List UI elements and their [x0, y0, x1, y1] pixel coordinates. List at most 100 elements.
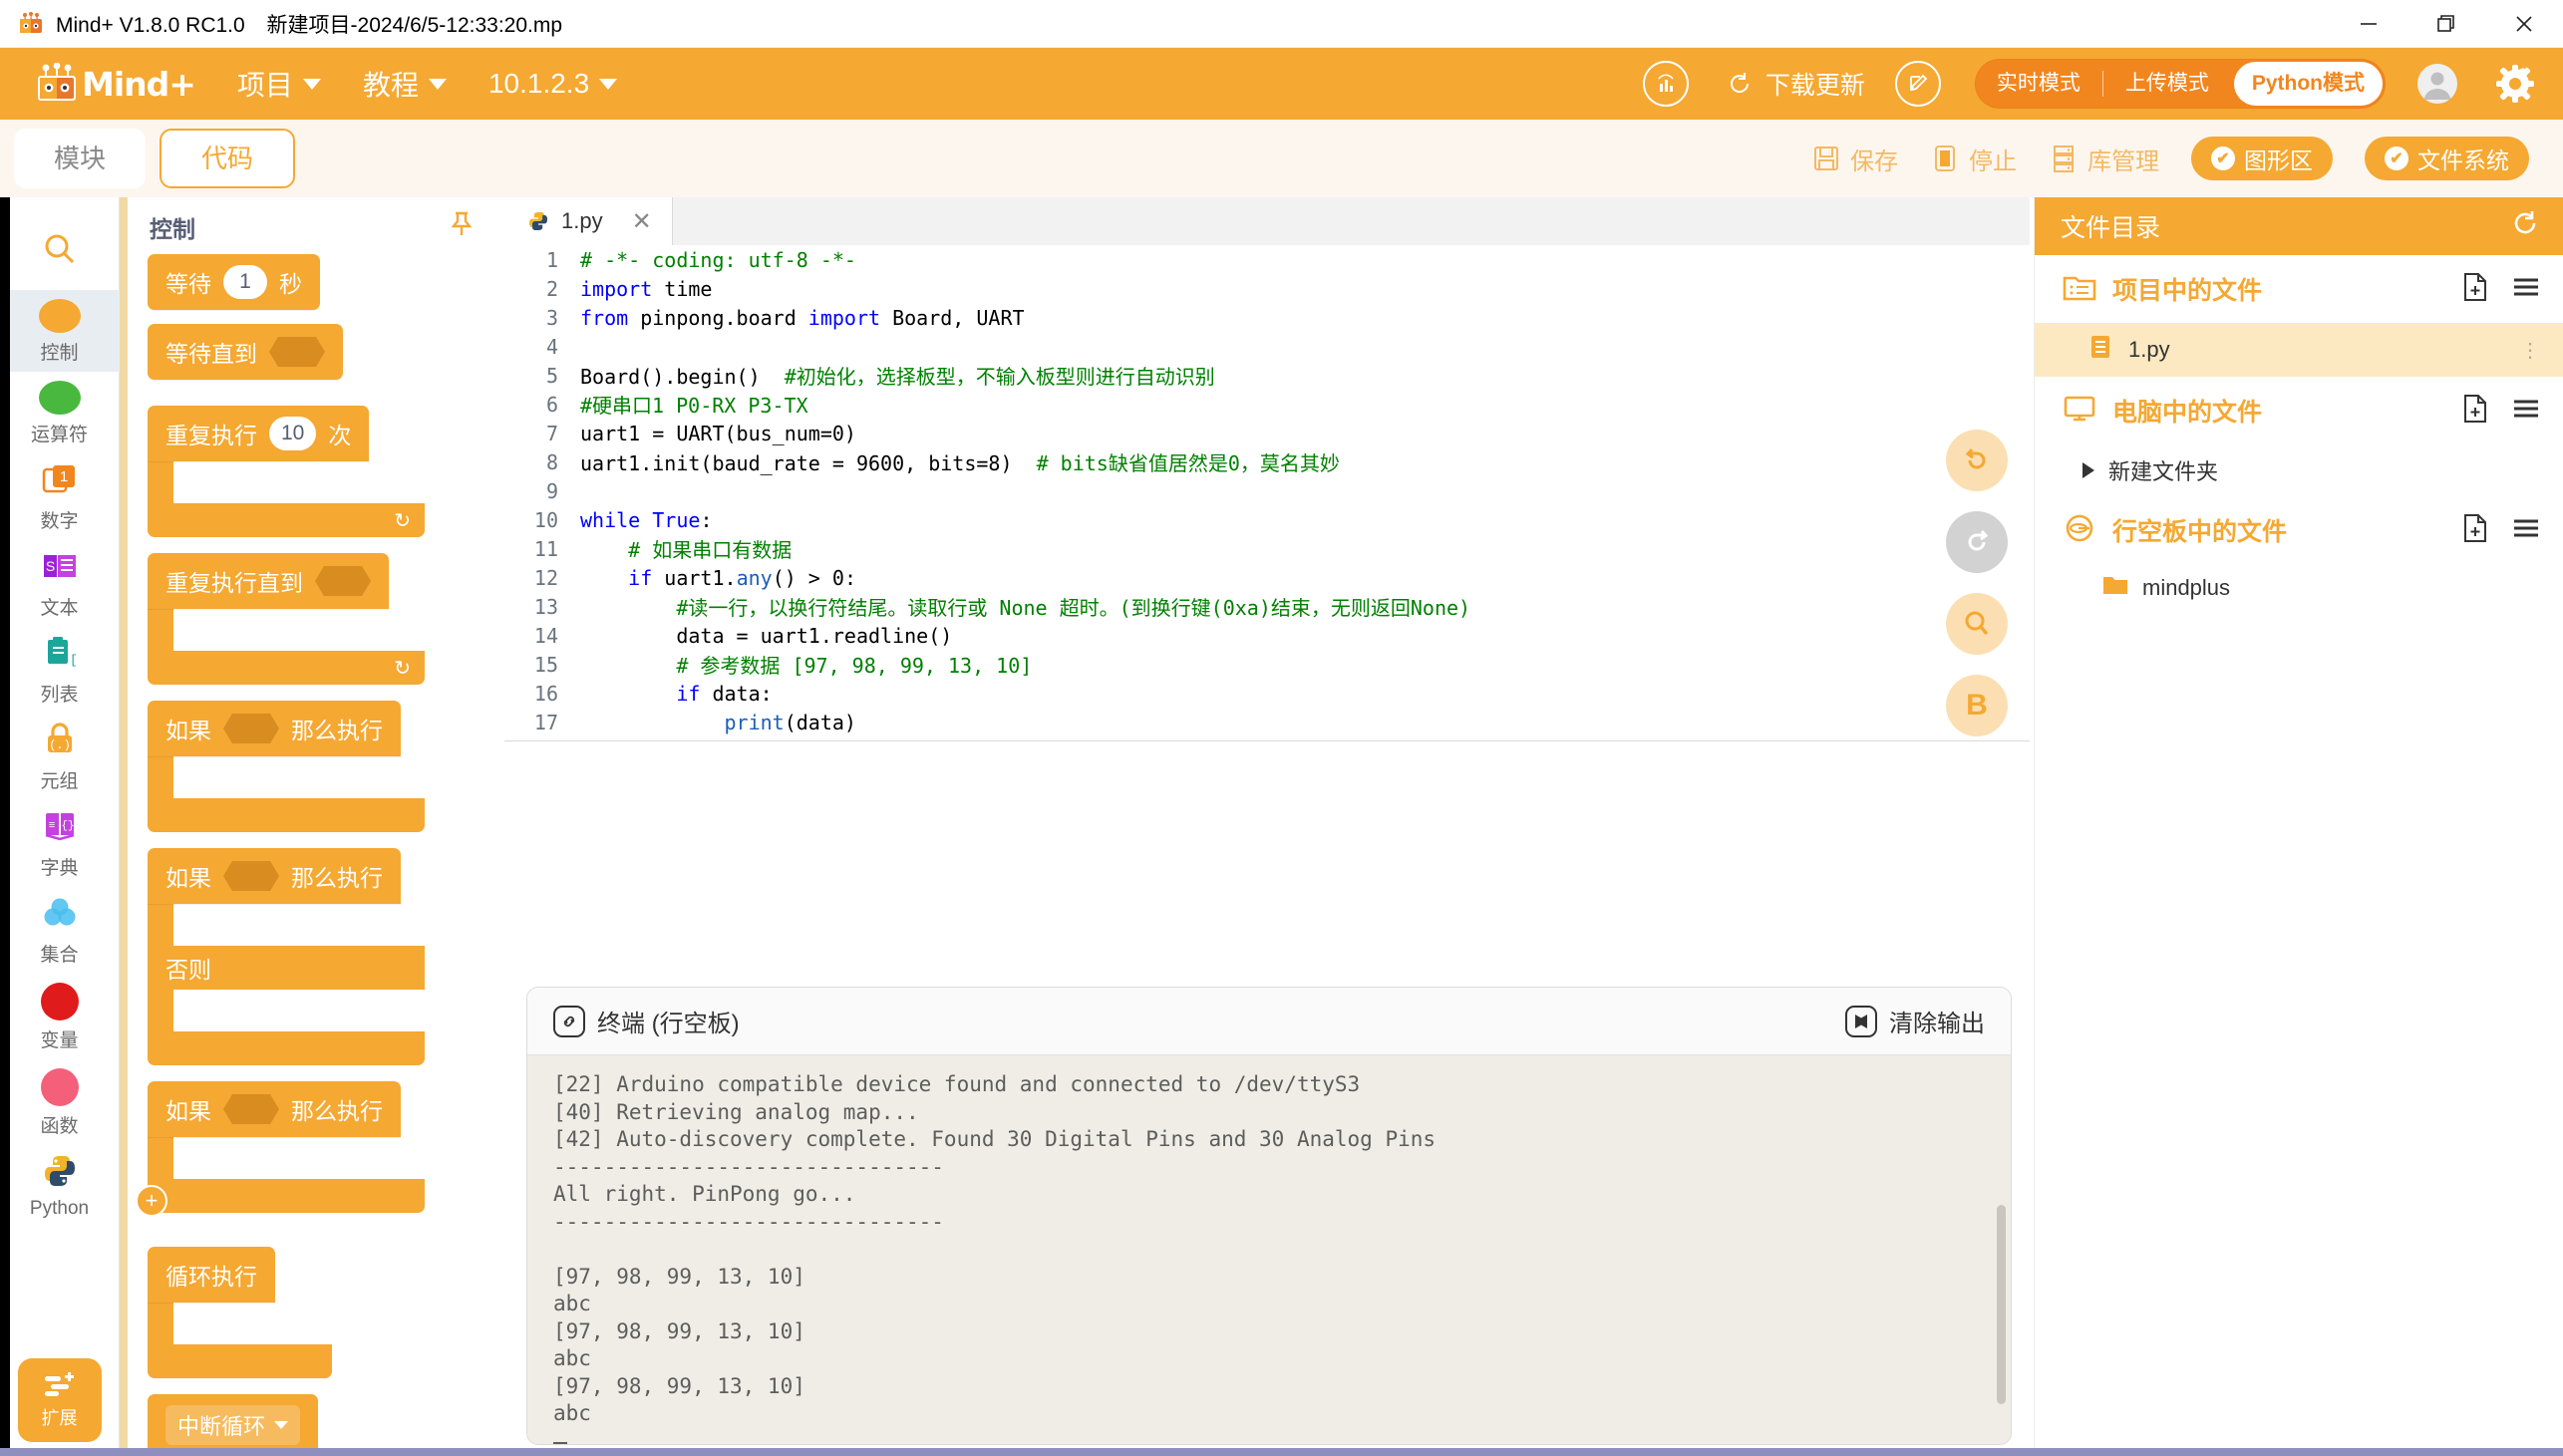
code-line[interactable]: 14 data = uart1.readline(): [504, 621, 2030, 650]
code-line[interactable]: 6 #硬串口1 P0-RX P3-TX: [504, 390, 2030, 419]
terminal-scrollbar[interactable]: [1997, 1205, 2006, 1404]
sidebar-item-text[interactable]: S 文本: [0, 540, 120, 627]
block-wait[interactable]: 等待 1 秒: [148, 254, 498, 310]
library-manager-button[interactable]: 库管理: [2049, 142, 2159, 176]
sidebar-item-function[interactable]: 函数: [0, 1059, 120, 1145]
sidebar-item-set[interactable]: 集合: [0, 887, 120, 974]
clear-output-button[interactable]: 清除输出: [1845, 1004, 1985, 1038]
extension-button[interactable]: 扩展: [17, 1358, 102, 1442]
mode-python[interactable]: Python模式: [2233, 62, 2383, 106]
mode-upload[interactable]: 上传模式: [2103, 59, 2231, 109]
graphics-area-toggle[interactable]: ✔ 图形区: [2191, 137, 2333, 180]
close-icon[interactable]: ✕: [632, 207, 652, 236]
block-input-times[interactable]: 10: [269, 417, 317, 450]
sidebar-item-operator[interactable]: 运算符: [0, 372, 120, 453]
code-editor[interactable]: 1 # -*- coding: utf-8 -*- 2 import time 3 fro…: [504, 245, 2030, 741]
bottom-strip: [0, 1448, 2563, 1456]
line-source: uart1 = UART(bus_num=0): [580, 421, 856, 445]
sidebar-item-variable[interactable]: 变量: [0, 974, 120, 1059]
sidebar-item-number[interactable]: 1 数字: [0, 453, 120, 540]
code-line[interactable]: 1 # -*- coding: utf-8 -*-: [504, 245, 2030, 274]
block-input-seconds[interactable]: 1: [223, 265, 267, 299]
sidebar-item-control[interactable]: 控制: [0, 290, 120, 372]
terminal-output[interactable]: [22] Arduino compatible device found and…: [527, 1055, 2011, 1444]
block-condition-slot[interactable]: [269, 337, 325, 367]
undo-icon[interactable]: [1946, 430, 2008, 491]
avatar[interactable]: [2415, 62, 2459, 106]
brand-logo[interactable]: Mind+: [34, 62, 196, 105]
pin-icon[interactable]: [447, 209, 477, 244]
folder-item-new[interactable]: 新建文件夹: [2035, 444, 2563, 496]
block-if-elif[interactable]: 如果 那么执行 +: [136, 1081, 498, 1217]
tab-code[interactable]: 代码: [160, 129, 296, 188]
add-file-icon[interactable]: [2461, 394, 2489, 429]
code-line[interactable]: 13 #读一行，以换行符结尾。读取行或 None 超时。(到换行键(0xa)结束…: [504, 592, 2030, 621]
mode-realtime[interactable]: 实时模式: [1975, 59, 2102, 109]
menu-icon[interactable]: [2511, 516, 2541, 545]
code-line[interactable]: 4: [504, 332, 2030, 361]
code-line[interactable]: 18 # 去除尾部换行符: [504, 736, 2030, 741]
code-line[interactable]: 17 print(data): [504, 708, 2030, 736]
block-if[interactable]: 如果 那么执行: [148, 701, 498, 832]
sidebar-item-tuple[interactable]: (.) 元组: [0, 714, 120, 800]
chart-icon[interactable]: [1642, 61, 1689, 107]
folder-item-mindplus[interactable]: mindplus: [2035, 564, 2563, 612]
minimize-button[interactable]: [2330, 0, 2407, 48]
stop-button[interactable]: 停止: [1930, 142, 2017, 176]
add-file-icon[interactable]: [2461, 272, 2489, 307]
code-line[interactable]: 10 while True:: [504, 505, 2030, 534]
sidebar-item-python[interactable]: Python: [0, 1145, 120, 1227]
code-line[interactable]: 9: [504, 476, 2030, 505]
download-update-button[interactable]: 下载更新: [1725, 66, 1865, 102]
block-break-loop[interactable]: 中断循环: [148, 1394, 498, 1456]
block-if-else[interactable]: 如果 那么执行 否则: [148, 848, 498, 1065]
search-icon[interactable]: [40, 229, 80, 274]
block-condition-slot[interactable]: [223, 1094, 279, 1124]
maximize-button[interactable]: [2407, 0, 2485, 48]
file-system-toggle[interactable]: ✔ 文件系统: [2365, 137, 2529, 180]
code-line[interactable]: 12 if uart1.any() > 0:: [504, 563, 2030, 592]
code-line[interactable]: 11 # 如果串口有数据: [504, 534, 2030, 563]
search-icon[interactable]: [1946, 593, 2008, 655]
code-line[interactable]: 7 uart1 = UART(bus_num=0): [504, 419, 2030, 447]
sidebar-item-dict[interactable]: ≡ {} 字典: [0, 800, 120, 887]
block-repeat[interactable]: 重复执行 10 次 ↻: [148, 406, 498, 537]
sidebar-item-list[interactable]: [ ] 列表: [0, 627, 120, 714]
block-condition-slot[interactable]: [223, 714, 279, 743]
gear-icon[interactable]: [2493, 62, 2537, 106]
menu-project[interactable]: 项目: [237, 64, 321, 104]
bold-icon[interactable]: B: [1946, 675, 2008, 736]
editor-tab-1py[interactable]: 1.py ✕: [504, 197, 673, 245]
add-file-icon[interactable]: [2461, 513, 2489, 548]
file-group-project[interactable]: 项目中的文件: [2035, 255, 2563, 323]
block-forever[interactable]: 循环执行: [148, 1247, 498, 1378]
code-line[interactable]: 5 Board().begin() #初始化，选择板型，不输入板型则进行自动识别: [504, 361, 2030, 390]
file-item-1py[interactable]: 1.py ⋮: [2035, 323, 2563, 377]
add-branch-icon[interactable]: +: [136, 1185, 167, 1217]
code-line[interactable]: 16 if data:: [504, 679, 2030, 708]
chevron-right-icon[interactable]: [2082, 462, 2094, 478]
file-group-computer[interactable]: 电脑中的文件: [2035, 377, 2563, 444]
menu-version[interactable]: 10.1.2.3: [488, 68, 618, 100]
block-condition-slot[interactable]: [223, 861, 279, 891]
menu-icon[interactable]: [2511, 397, 2541, 426]
block-condition-slot[interactable]: [315, 566, 371, 596]
block-repeat-until[interactable]: 重复执行直到 ↻: [148, 553, 498, 685]
redo-icon[interactable]: [1946, 511, 2008, 573]
file-group-actions: [2461, 272, 2541, 307]
close-button[interactable]: [2485, 0, 2563, 48]
refresh-icon[interactable]: [2509, 207, 2541, 246]
edit-icon[interactable]: [1894, 61, 1941, 107]
code-line[interactable]: 15 # 参考数据 [97, 98, 99, 13, 10]: [504, 650, 2030, 679]
tab-blocks[interactable]: 模块: [14, 129, 147, 188]
block-dropdown[interactable]: 中断循环: [165, 1405, 301, 1445]
file-group-board[interactable]: 行空板中的文件: [2035, 496, 2563, 564]
block-wait-until[interactable]: 等待直到: [148, 324, 498, 380]
file-more-icon[interactable]: ⋮: [2520, 338, 2541, 363]
menu-icon[interactable]: [2511, 275, 2541, 304]
code-line[interactable]: 2 import time: [504, 274, 2030, 303]
save-button[interactable]: 保存: [1811, 142, 1898, 176]
menu-tutorial[interactable]: 教程: [363, 64, 447, 104]
code-line[interactable]: 3 from pinpong.board import Board, UART: [504, 303, 2030, 332]
code-line[interactable]: 8 uart1.init(baud_rate = 9600, bits=8) # …: [504, 447, 2030, 476]
